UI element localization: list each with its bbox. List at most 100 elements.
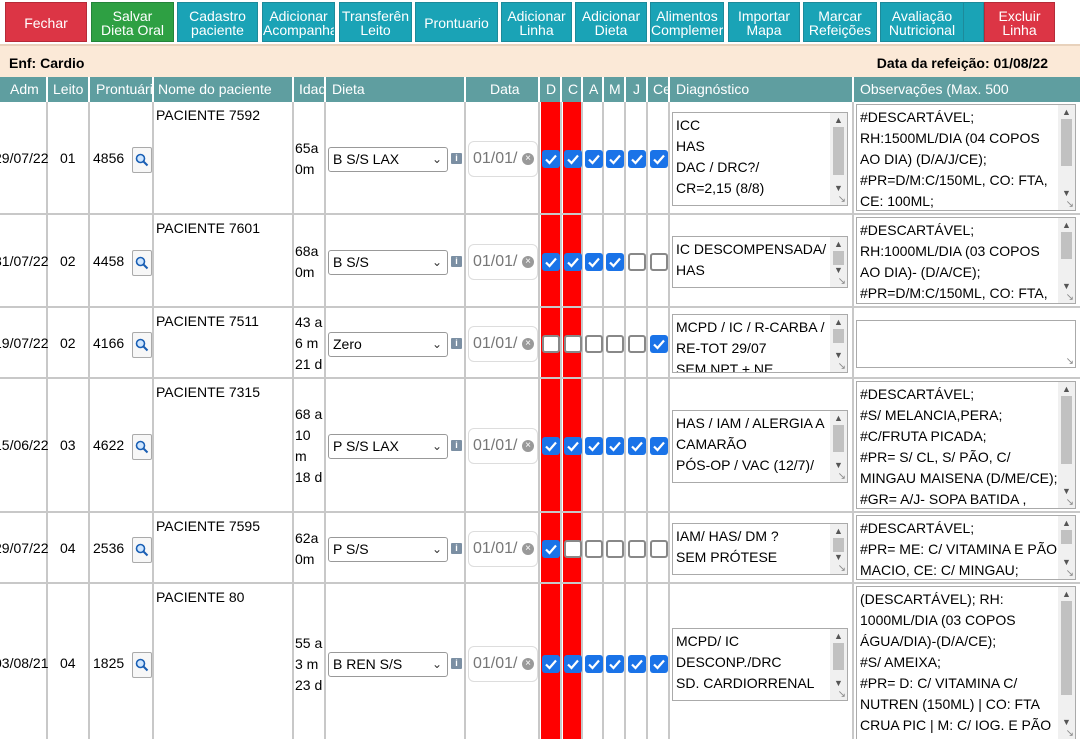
meal-checkbox[interactable] — [650, 252, 668, 271]
scrollbar-thumb[interactable] — [833, 329, 844, 343]
info-icon[interactable]: i — [451, 658, 462, 669]
meal-checkbox[interactable] — [542, 539, 560, 558]
meal-checkbox[interactable] — [628, 655, 646, 673]
diagnosis-textarea[interactable]: IAM/ HAS/ DM ? SEM PRÓTESE ▲ ▼ ↘ — [672, 522, 848, 575]
prontuario-button[interactable]: Prontuario — [415, 2, 498, 42]
scroll-down-icon[interactable]: ▼ — [1062, 557, 1071, 567]
meal-checkbox[interactable] — [606, 437, 624, 455]
diagnosis-textarea[interactable]: MCPD / IC / R-CARBA / RE-TOT 29/07 SEM NPT… — [672, 314, 848, 373]
meal-checkbox[interactable] — [606, 334, 624, 353]
salvar-dieta-oral-button[interactable]: Salvar Dieta Oral — [91, 2, 174, 42]
diet-select[interactable]: B S/S LAX ⌄ — [328, 146, 448, 172]
meal-checkbox[interactable] — [650, 334, 668, 353]
clear-icon[interactable]: × — [522, 337, 534, 350]
meal-checkbox[interactable] — [585, 252, 603, 271]
diet-select[interactable]: B REN S/S ⌄ — [328, 652, 448, 677]
adicionar-acompanhante-button[interactable]: Adicionar Acompanha — [262, 2, 335, 42]
scroll-down-icon[interactable]: ▼ — [834, 460, 843, 470]
meal-checkbox[interactable] — [542, 655, 560, 673]
clear-icon[interactable]: × — [522, 658, 534, 670]
diagnosis-scrollbar[interactable]: ▲ ▼ — [830, 112, 847, 205]
scroll-down-icon[interactable]: ▼ — [1062, 486, 1071, 496]
search-prontuario-button[interactable] — [132, 331, 152, 358]
diet-select[interactable]: P S/S LAX ⌄ — [328, 434, 448, 459]
scroll-up-icon[interactable]: ▲ — [834, 413, 843, 423]
scroll-down-icon[interactable]: ▼ — [834, 350, 843, 360]
search-prontuario-button[interactable] — [132, 249, 152, 276]
meal-checkbox[interactable] — [606, 655, 624, 673]
transferencia-leito-button[interactable]: Transferên Leito — [339, 2, 412, 42]
meal-checkbox[interactable] — [650, 655, 668, 673]
diagnosis-textarea[interactable]: HAS / IAM / ALERGIA A CAMARÃO PÓS-OP / VAC… — [672, 409, 848, 483]
info-icon[interactable]: i — [451, 440, 462, 451]
search-prontuario-button[interactable] — [132, 652, 152, 678]
meal-checkbox[interactable] — [650, 437, 668, 455]
observations-textarea[interactable]: (DESCARTÁVEL); RH: 1000ML/DIA (03 COPOS ÁG… — [856, 586, 1076, 739]
meal-checkbox[interactable] — [628, 334, 646, 353]
marcar-refeicoes-button[interactable]: Marcar Refeições — [803, 2, 877, 42]
resize-grip-icon[interactable]: ↘ — [838, 563, 846, 574]
alimentos-complementares-button[interactable]: Alimentos Complemer — [650, 2, 724, 42]
scrollbar-thumb[interactable] — [833, 537, 844, 552]
clear-icon[interactable]: × — [522, 255, 534, 268]
scroll-up-icon[interactable]: ▲ — [1062, 518, 1071, 528]
observations-scrollbar[interactable]: ▲ ▼ — [1058, 382, 1075, 508]
meal-checkbox[interactable] — [585, 334, 603, 353]
meal-checkbox[interactable] — [628, 437, 646, 455]
meal-checkbox[interactable] — [542, 334, 560, 353]
clear-icon[interactable]: × — [522, 542, 534, 555]
diagnosis-textarea[interactable]: ICC HAS DAC / DRC?/CR=2,15 (8/8) ▲ ▼ ↘ — [672, 111, 848, 206]
adicionar-dieta-button[interactable]: Adicionar Dieta — [575, 2, 647, 42]
resize-grip-icon[interactable]: ↘ — [1066, 356, 1074, 367]
observations-textarea[interactable]: #DESCARTÁVEL; RH:1500ML/DIA (04 COPOS AO D… — [856, 104, 1076, 211]
meal-checkbox[interactable] — [564, 655, 582, 673]
scroll-up-icon[interactable]: ▲ — [834, 631, 843, 641]
scrollbar-thumb[interactable] — [833, 642, 844, 670]
resize-grip-icon[interactable]: ↘ — [838, 194, 846, 205]
scrollbar-thumb[interactable] — [833, 250, 844, 265]
meal-checkbox[interactable] — [564, 334, 582, 353]
importar-mapa-button[interactable]: Importar Mapa — [728, 2, 800, 42]
search-prontuario-button[interactable] — [132, 536, 152, 563]
meal-checkbox[interactable] — [628, 539, 646, 558]
search-prontuario-button[interactable] — [132, 146, 152, 173]
meal-checkbox[interactable] — [606, 149, 624, 168]
diagnosis-textarea[interactable]: IC DESCOMPENSADA/HAS ▲ ▼ ↘ — [672, 235, 848, 288]
avaliacao-nutricional-button[interactable]: Avaliação Nutricional — [880, 2, 964, 42]
observations-textarea[interactable]: #DESCARTÁVEL; #S/ MELANCIA,PERA; #C/FRUTA … — [856, 381, 1076, 509]
meal-checkbox[interactable] — [542, 252, 560, 271]
excluir-linha-button[interactable]: Excluir Linha — [984, 2, 1055, 42]
diet-select[interactable]: P S/S ⌄ — [328, 536, 448, 562]
search-prontuario-button[interactable] — [132, 434, 152, 460]
diet-select[interactable]: Zero ⌄ — [328, 331, 448, 357]
scroll-up-icon[interactable]: ▲ — [1062, 220, 1071, 230]
observations-scrollbar[interactable]: ▲ ▼ — [1058, 105, 1075, 210]
meal-checkbox[interactable] — [585, 437, 603, 455]
meal-checkbox[interactable] — [585, 655, 603, 673]
resize-grip-icon[interactable]: ↘ — [838, 361, 846, 372]
info-icon[interactable]: i — [451, 255, 462, 267]
date-input[interactable]: 01/01/ × — [468, 646, 538, 682]
scroll-down-icon[interactable]: ▼ — [1062, 188, 1071, 198]
info-icon[interactable]: i — [451, 542, 462, 554]
scroll-down-icon[interactable]: ▼ — [834, 265, 843, 275]
scrollbar-thumb[interactable] — [1061, 601, 1072, 695]
date-input[interactable]: 01/01/ × — [468, 530, 538, 567]
date-input[interactable]: 01/01/ × — [468, 428, 538, 464]
scrollbar-thumb[interactable] — [833, 424, 844, 452]
diagnosis-textarea[interactable]: MCPD/ IC DESCONP./DRC SD. CARDIORRENAL ▲ ▼ ↘ — [672, 627, 848, 701]
resize-grip-icon[interactable]: ↘ — [1066, 497, 1074, 508]
scroll-up-icon[interactable]: ▲ — [1062, 107, 1071, 117]
resize-grip-icon[interactable]: ↘ — [838, 689, 846, 700]
date-input[interactable]: 01/01/ × — [468, 140, 538, 177]
resize-grip-icon[interactable]: ↘ — [1066, 568, 1074, 579]
meal-checkbox[interactable] — [585, 539, 603, 558]
scrollbar-thumb[interactable] — [1061, 396, 1072, 464]
clear-icon[interactable]: × — [522, 440, 534, 452]
scroll-up-icon[interactable]: ▲ — [834, 526, 843, 536]
cadastro-paciente-button[interactable]: Cadastro paciente — [177, 2, 258, 42]
clear-icon[interactable]: × — [522, 152, 534, 165]
meal-checkbox[interactable] — [564, 437, 582, 455]
observations-scrollbar[interactable]: ▲ ▼ — [1058, 587, 1075, 739]
meal-checkbox[interactable] — [564, 539, 582, 558]
